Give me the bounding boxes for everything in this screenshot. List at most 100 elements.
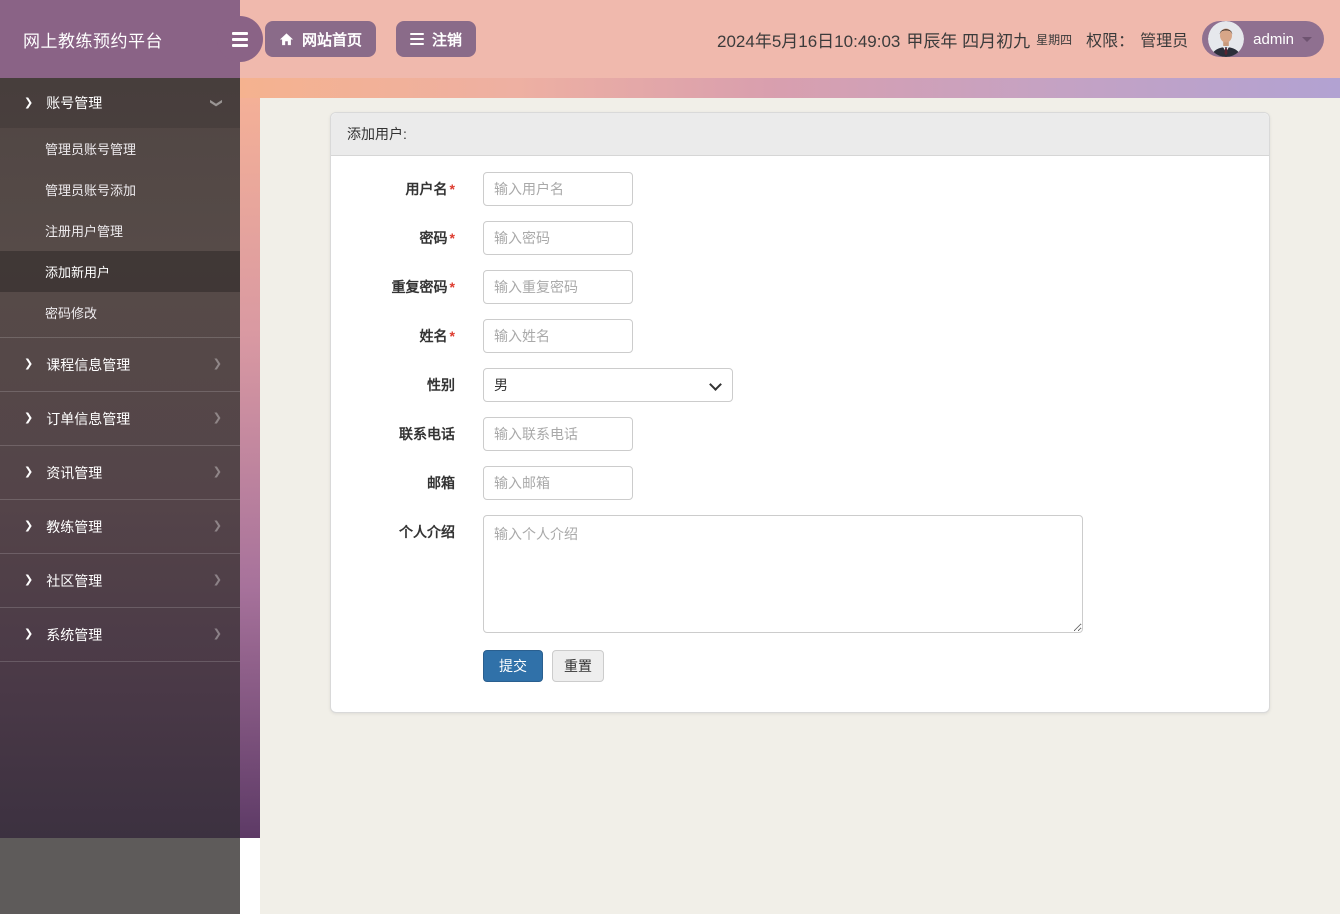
realname-input[interactable] (483, 319, 633, 353)
form-row: 用户名* (347, 172, 1253, 206)
sidebar-subitem-label: 注册用户管理 (45, 221, 123, 240)
sidebar-subitem[interactable]: 密码修改 (0, 292, 240, 333)
gradient-strip-left (240, 98, 260, 838)
chevron-down-icon: ❯ (211, 98, 223, 108)
chevron-right-icon: ❯ (213, 629, 222, 640)
chevron-right-icon: ❯ (24, 359, 33, 370)
header-right: 2024年5月16日10:49:03 甲辰年 四月初九 星期四 权限： 管理员 (717, 21, 1324, 57)
repeat-password-input[interactable] (483, 270, 633, 304)
field-label: 联系电话 (347, 417, 483, 451)
add-user-card: 添加用户: 用户名* 密码* 重复密码* 姓名* 性别 (330, 112, 1270, 713)
home-icon (279, 32, 294, 47)
sidebar-subitem-label: 密码修改 (45, 303, 97, 322)
chevron-right-icon: ❯ (213, 575, 222, 586)
site-home-label: 网站首页 (302, 29, 362, 50)
app-root: ❯ 账号管理 ❯ 管理员账号管理 管理员账号添加 注册用户管理 添加新用户 密码… (0, 0, 1340, 914)
sidebar-section-label: 社区管理 (46, 571, 213, 591)
sidebar-subitem[interactable]: 添加新用户 (0, 251, 240, 292)
sidebar-section[interactable]: ❯ 社区管理 ❯ (0, 553, 240, 607)
site-home-button[interactable]: 网站首页 (265, 21, 376, 57)
username-input[interactable] (483, 172, 633, 206)
form-row: 邮箱 (347, 466, 1253, 500)
sidebar-section-label: 课程信息管理 (46, 355, 213, 375)
username-text: admin (1253, 31, 1294, 48)
sidebar-subitem[interactable]: 管理员账号管理 (0, 128, 240, 169)
sidebar-subitem[interactable]: 管理员账号添加 (0, 169, 240, 210)
add-user-form: 用户名* 密码* 重复密码* 姓名* 性别 男 (331, 156, 1269, 712)
sidebar-section[interactable]: ❯ 课程信息管理 ❯ (0, 337, 240, 391)
form-row: 性别 男 (347, 368, 1253, 402)
field-label: 密码* (347, 221, 483, 255)
field-label: 个人介绍 (347, 515, 483, 549)
sidebar-section[interactable]: ❯ 资讯管理 ❯ (0, 445, 240, 499)
card-title: 添加用户: (331, 113, 1269, 156)
user-photo-avatar (1208, 21, 1244, 57)
email-input[interactable] (483, 466, 633, 500)
field-label-text: 姓名 (420, 328, 448, 344)
datetime-text: 2024年5月16日10:49:03 (717, 27, 900, 52)
field-label: 用户名* (347, 172, 483, 206)
chevron-right-icon: ❯ (24, 521, 33, 532)
sidebar-section-label: 订单信息管理 (46, 409, 213, 429)
introduction-textarea[interactable] (483, 515, 1083, 633)
field-label-text: 用户名 (406, 181, 448, 197)
field-label-text: 个人介绍 (399, 524, 455, 540)
chevron-right-icon: ❯ (213, 359, 222, 370)
required-asterisk: * (450, 279, 455, 295)
field-label-text: 邮箱 (427, 475, 455, 491)
sidebar: ❯ 账号管理 ❯ 管理员账号管理 管理员账号添加 注册用户管理 添加新用户 密码… (0, 0, 240, 838)
main-content: 添加用户: 用户名* 密码* 重复密码* 姓名* 性别 (260, 98, 1340, 914)
logout-button[interactable]: 注销 (396, 21, 476, 57)
field-label: 性别 (347, 368, 483, 402)
hamburger-icon[interactable] (217, 16, 263, 62)
sidebar-section-label: 账号管理 (46, 93, 212, 113)
password-input[interactable] (483, 221, 633, 255)
field-label-text: 性别 (427, 377, 455, 393)
submit-button[interactable]: 提交 (483, 650, 543, 682)
sidebar-section-label: 系统管理 (46, 625, 213, 645)
select-wrap: 男 (483, 368, 733, 402)
chevron-right-icon: ❯ (213, 467, 222, 478)
required-asterisk: * (450, 230, 455, 246)
field-label-text: 重复密码 (392, 279, 448, 295)
field-label: 邮箱 (347, 466, 483, 500)
chevron-right-icon: ❯ (24, 467, 33, 478)
app-logo: 网上教练预约平台 (0, 0, 240, 78)
sidebar-footer (0, 838, 240, 914)
form-row: 重复密码* (347, 270, 1253, 304)
caret-down-icon (1302, 37, 1312, 42)
chevron-right-icon: ❯ (24, 98, 33, 109)
sidebar-subitem-label: 添加新用户 (45, 262, 110, 281)
weekday-text: 星期四 (1036, 31, 1072, 48)
chevron-right-icon: ❯ (213, 521, 222, 532)
phone-input[interactable] (483, 417, 633, 451)
chevron-right-icon: ❯ (213, 413, 222, 424)
admin-user-menu[interactable]: admin (1202, 21, 1324, 57)
sidebar-section[interactable]: ❯ 系统管理 ❯ (0, 607, 240, 662)
permission-label: 权限： (1086, 27, 1134, 51)
sidebar-section-label: 资讯管理 (46, 463, 213, 483)
app-title: 网上教练预约平台 (23, 27, 163, 52)
sidebar-menu: ❯ 账号管理 ❯ 管理员账号管理 管理员账号添加 注册用户管理 添加新用户 密码… (0, 78, 240, 662)
sidebar-subitem[interactable]: 注册用户管理 (0, 210, 240, 251)
form-row: 密码* (347, 221, 1253, 255)
required-asterisk: * (450, 181, 455, 197)
form-row: 姓名* (347, 319, 1253, 353)
sidebar-subitem-label: 管理员账号管理 (45, 139, 136, 158)
field-label-text: 联系电话 (399, 426, 455, 442)
sidebar-section[interactable]: ❯ 订单信息管理 ❯ (0, 391, 240, 445)
field-label: 重复密码* (347, 270, 483, 304)
sidebar-section[interactable]: ❯ 教练管理 ❯ (0, 499, 240, 553)
sidebar-subitem-label: 管理员账号添加 (45, 180, 136, 199)
chevron-right-icon: ❯ (24, 629, 33, 640)
reset-button[interactable]: 重置 (552, 650, 604, 682)
form-buttons: 提交重置 (483, 650, 1253, 682)
sidebar-section-expanded[interactable]: ❯ 账号管理 ❯ (0, 78, 240, 128)
form-row: 个人介绍 (347, 515, 1253, 633)
gender-select[interactable]: 男 (483, 368, 733, 402)
menu-lines-icon (410, 33, 424, 46)
role-value: 管理员 (1140, 27, 1188, 51)
sidebar-section-label: 教练管理 (46, 517, 213, 537)
chevron-right-icon: ❯ (24, 413, 33, 424)
lunar-date-text: 甲辰年 四月初九 (906, 27, 1030, 52)
